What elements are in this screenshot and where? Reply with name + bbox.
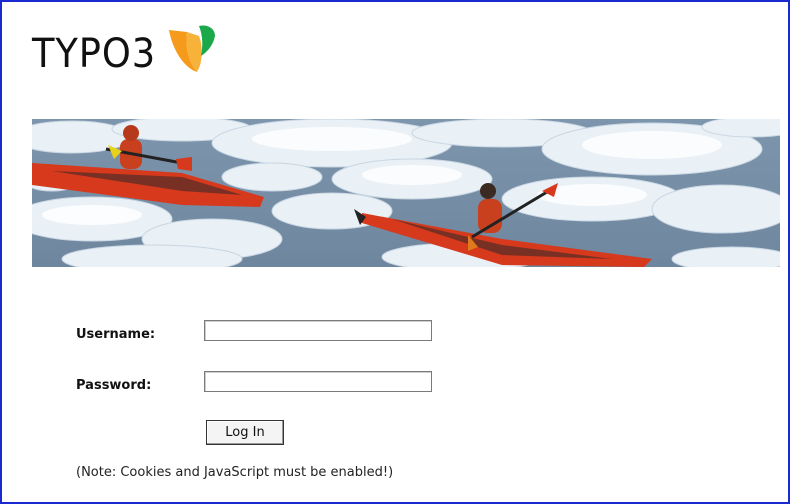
username-input[interactable] (204, 320, 432, 341)
username-label: Username: (76, 327, 156, 342)
logo-text: TYPO3 (32, 31, 157, 77)
kayakers-in-ice-floes-banner (32, 119, 780, 267)
typo3-flame-icon (163, 22, 217, 80)
login-button[interactable]: Log In (206, 420, 284, 445)
password-label: Password: (76, 378, 152, 393)
typo3-logo: TYPO3 (32, 25, 217, 80)
password-input[interactable] (204, 371, 432, 392)
login-page-frame: TYPO3 Username: Password: Log In (Note: … (0, 0, 790, 504)
cookies-javascript-note: (Note: Cookies and JavaScript must be en… (76, 465, 394, 480)
